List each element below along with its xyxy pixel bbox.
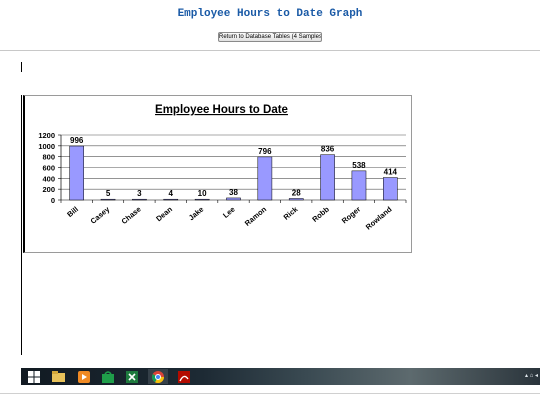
bar-chase bbox=[132, 198, 147, 201]
x-tick-label-robb: Robb bbox=[310, 204, 331, 223]
y-tick-label-1200: 1200 bbox=[38, 131, 55, 140]
data-label-rick: 28 bbox=[292, 188, 301, 197]
y-tick-label-200: 200 bbox=[42, 185, 55, 194]
x-tick-label-rowland: Rowland bbox=[364, 204, 394, 231]
data-label-jake: 10 bbox=[198, 189, 207, 198]
chart-panel: Employee Hours to Date 0 200 400 600 800 1000 1… bbox=[23, 95, 412, 253]
bar-ramon bbox=[257, 156, 273, 201]
excel-icon[interactable] bbox=[122, 369, 142, 384]
bar-rick bbox=[288, 198, 304, 201]
bar-lee bbox=[226, 197, 241, 201]
content-border-tick bbox=[21, 62, 22, 72]
y-tick-label-400: 400 bbox=[42, 174, 55, 183]
system-tray[interactable]: ▴ ⌂ ◂ bbox=[525, 372, 538, 379]
bar-bill bbox=[69, 145, 84, 201]
acrobat-icon[interactable] bbox=[174, 369, 194, 384]
data-label-roger: 538 bbox=[352, 161, 366, 170]
chrome-icon[interactable] bbox=[148, 369, 168, 384]
x-tick-label-lee: Lee bbox=[221, 205, 237, 220]
y-tick-label-600: 600 bbox=[42, 164, 55, 173]
return-to-database-tables-button[interactable]: Return to Database Tables (4 Samples) bbox=[218, 32, 322, 42]
data-label-bill: 996 bbox=[70, 136, 84, 145]
data-label-robb: 836 bbox=[321, 145, 335, 154]
data-label-casey: 5 bbox=[106, 189, 111, 198]
bar-jake bbox=[194, 198, 210, 201]
x-tick-label-chase: Chase bbox=[120, 205, 143, 226]
data-label-dean: 4 bbox=[169, 189, 174, 198]
footer-divider bbox=[0, 393, 540, 394]
store-icon[interactable] bbox=[98, 369, 118, 384]
x-tick-label-dean: Dean bbox=[154, 204, 174, 223]
x-tick-label-ramon: Ramon bbox=[243, 204, 269, 228]
data-label-lee: 38 bbox=[229, 188, 238, 197]
y-tick-label-800: 800 bbox=[42, 153, 55, 162]
x-tick-label-casey: Casey bbox=[89, 204, 112, 226]
data-label-rowland: 414 bbox=[384, 168, 398, 177]
header-divider bbox=[0, 50, 540, 51]
chart-title: Employee Hours to Date bbox=[155, 104, 288, 116]
bar-dean bbox=[163, 198, 179, 201]
windows-start-icon[interactable] bbox=[24, 369, 44, 384]
bar-casey bbox=[100, 198, 116, 201]
media-player-icon[interactable] bbox=[74, 369, 94, 384]
bar-roger bbox=[351, 170, 367, 201]
x-tick-label-bill: Bill bbox=[65, 205, 80, 219]
data-label-chase: 3 bbox=[137, 189, 142, 198]
x-tick-label-rick: Rick bbox=[282, 204, 301, 222]
file-explorer-icon[interactable] bbox=[48, 369, 68, 384]
x-tick-label-jake: Jake bbox=[187, 205, 206, 223]
windows-taskbar: ▴ ⌂ ◂ bbox=[21, 368, 540, 385]
bar-robb bbox=[320, 154, 335, 201]
y-tick-label-0: 0 bbox=[51, 196, 55, 205]
data-label-ramon: 796 bbox=[258, 147, 272, 156]
bar-chart: Employee Hours to Date 0 200 400600 800 1000 1… bbox=[38, 104, 407, 232]
x-tick-label-roger: Roger bbox=[340, 205, 362, 226]
page-title: Employee Hours to Date Graph bbox=[177, 8, 363, 20]
y-tick-label-1000: 1000 bbox=[38, 142, 55, 151]
content-left-border bbox=[21, 95, 22, 355]
bar-rowland bbox=[383, 177, 398, 201]
